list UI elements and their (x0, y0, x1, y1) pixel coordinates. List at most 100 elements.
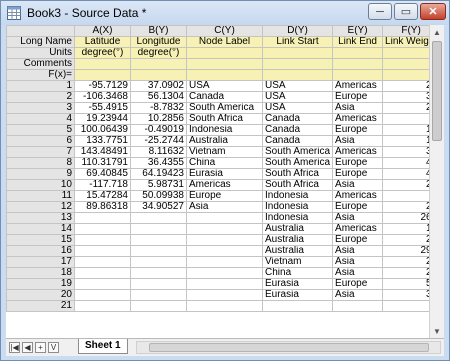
cell-b[interactable]: -8.7832 (130, 102, 187, 114)
long-name-b[interactable]: Longitude (130, 36, 187, 48)
row-header[interactable]: 12 (6, 201, 75, 213)
cell-b[interactable] (130, 223, 187, 235)
cell-c[interactable] (186, 212, 263, 224)
formula-cell[interactable] (74, 69, 131, 81)
cell-d[interactable]: China (261, 267, 334, 279)
row-header[interactable]: 18 (6, 267, 75, 279)
cell-b[interactable]: -0.49019 (130, 124, 187, 136)
cell-b[interactable]: 36.4355 (130, 157, 187, 169)
long-name-c[interactable]: Node Label (186, 36, 263, 48)
column-header-a[interactable]: A(X) (74, 25, 131, 37)
units-c[interactable] (186, 47, 263, 59)
cell-a[interactable]: 110.31791 (74, 157, 131, 169)
cell-a[interactable]: -95.7129 (74, 80, 131, 92)
row-header[interactable]: 6 (6, 135, 75, 147)
cell-b[interactable]: 8.11632 (130, 146, 187, 158)
cell-b[interactable] (130, 289, 187, 301)
cell-c[interactable]: Vietnam (186, 146, 263, 158)
cell-e[interactable]: Asia (332, 245, 384, 257)
cell-c[interactable] (186, 256, 263, 268)
cell-c[interactable]: South Africa (186, 113, 263, 125)
units-label[interactable]: Units (6, 47, 75, 59)
cell-d[interactable]: South America (261, 157, 334, 169)
horizontal-scroll-thumb[interactable] (149, 343, 429, 352)
restore-button[interactable]: ▭ (394, 3, 418, 20)
cell-b[interactable] (130, 212, 187, 224)
minimize-button[interactable]: ─ (368, 3, 392, 20)
cell-e[interactable]: Asia (332, 102, 384, 114)
cell-e[interactable]: Americas (332, 190, 384, 202)
cell-c[interactable] (186, 289, 263, 301)
cell-d[interactable]: USA (261, 91, 334, 103)
previous-sheet-button[interactable]: ◀ (22, 342, 33, 353)
cell-c[interactable] (186, 245, 263, 257)
formula-cell[interactable] (332, 69, 384, 81)
row-header[interactable]: 14 (6, 223, 75, 235)
cell-c[interactable]: Asia (186, 201, 263, 213)
cell-c[interactable] (186, 267, 263, 279)
row-header[interactable]: 8 (6, 157, 75, 169)
row-header[interactable]: 15 (6, 234, 75, 246)
cell-c[interactable]: South America (186, 102, 263, 114)
row-header[interactable]: 10 (6, 179, 75, 191)
comments-cell[interactable] (130, 58, 187, 70)
cell-b[interactable] (130, 300, 187, 312)
cell-a[interactable]: 19.23944 (74, 113, 131, 125)
row-header[interactable]: 11 (6, 190, 75, 202)
units-d[interactable] (261, 47, 334, 59)
cell-c[interactable]: USA (186, 80, 263, 92)
row-header[interactable]: 9 (6, 168, 75, 180)
cell-c[interactable]: Americas (186, 179, 263, 191)
column-header-c[interactable]: C(Y) (186, 25, 263, 37)
units-a[interactable]: degree(°) (74, 47, 131, 59)
long-name-e[interactable]: Link End (332, 36, 384, 48)
cell-d[interactable]: Indonesia (261, 190, 334, 202)
cell-d[interactable]: Australia (261, 223, 334, 235)
cell-c[interactable]: Australia (186, 135, 263, 147)
cell-d[interactable]: Indonesia (261, 201, 334, 213)
cell-e[interactable]: Asia (332, 212, 384, 224)
cell-a[interactable] (74, 223, 131, 235)
cell-c[interactable] (186, 223, 263, 235)
units-b[interactable]: degree(°) (130, 47, 187, 59)
cell-d[interactable]: South America (261, 146, 334, 158)
units-e[interactable] (332, 47, 384, 59)
cell-b[interactable]: 5.98731 (130, 179, 187, 191)
cell-a[interactable] (74, 256, 131, 268)
scroll-up-icon[interactable]: ▲ (430, 25, 444, 39)
column-header-d[interactable]: D(Y) (261, 25, 334, 37)
horizontal-scrollbar[interactable] (136, 341, 441, 354)
cell-b[interactable] (130, 278, 187, 290)
column-header-e[interactable]: E(Y) (332, 25, 384, 37)
sheet-list-button[interactable]: V (48, 342, 59, 353)
cell-a[interactable] (74, 234, 131, 246)
cell-b[interactable] (130, 245, 187, 257)
cell-b[interactable]: 64.19423 (130, 168, 187, 180)
worksheet-table[interactable]: A(X) B(Y) C(Y) D(Y) E(Y) F(Y) Long Name … (6, 25, 441, 312)
cell-b[interactable]: -25.2744 (130, 135, 187, 147)
cell-d[interactable]: Canada (261, 113, 334, 125)
cell-a[interactable]: -117.718 (74, 179, 131, 191)
cell-b[interactable]: 34.90527 (130, 201, 187, 213)
cell-a[interactable]: 100.06439 (74, 124, 131, 136)
cell-b[interactable]: 10.2856 (130, 113, 187, 125)
cell-e[interactable]: Europe (332, 278, 384, 290)
cell-b[interactable]: 50.09938 (130, 190, 187, 202)
cell-b[interactable]: 56.1304 (130, 91, 187, 103)
cell-a[interactable] (74, 267, 131, 279)
cell-e[interactable]: Americas (332, 80, 384, 92)
row-header[interactable]: 17 (6, 256, 75, 268)
cell-c[interactable] (186, 278, 263, 290)
row-header[interactable]: 21 (6, 300, 75, 312)
cell-d[interactable]: Canada (261, 135, 334, 147)
cell-d[interactable]: Indonesia (261, 212, 334, 224)
comments-cell[interactable] (332, 58, 384, 70)
cell-b[interactable] (130, 267, 187, 279)
add-sheet-button[interactable]: + (35, 342, 46, 353)
cell-a[interactable] (74, 289, 131, 301)
cell-a[interactable]: 143.48491 (74, 146, 131, 158)
cell-e[interactable]: Americas (332, 113, 384, 125)
cell-b[interactable]: 37.0902 (130, 80, 187, 92)
cell-b[interactable] (130, 234, 187, 246)
worksheet-grid[interactable]: A(X) B(Y) C(Y) D(Y) E(Y) F(Y) Long Name … (6, 25, 444, 338)
